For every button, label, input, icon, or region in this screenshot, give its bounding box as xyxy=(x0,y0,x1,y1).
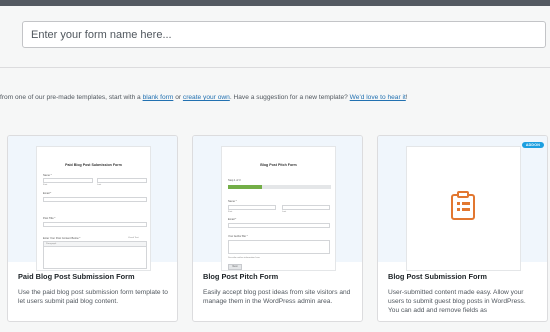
preview-step-label: Step 1 of 3 xyxy=(228,179,241,182)
preview-editor-tabs: Visual Text xyxy=(128,237,139,239)
document-form-icon xyxy=(451,191,475,220)
template-preview: Blog Post Pitch Form Step 1 of 3 Name * … xyxy=(193,136,362,271)
preview-label: Name * xyxy=(228,200,237,203)
preview-field xyxy=(228,205,276,210)
card-description: Easily accept blog post ideas from site … xyxy=(203,289,351,306)
template-preview: ADDON xyxy=(378,136,547,271)
preview-sublabel: Last xyxy=(97,184,102,186)
preview-sublabel: Last xyxy=(282,211,287,213)
divider xyxy=(0,67,550,68)
preview-field xyxy=(228,223,330,228)
preview-field xyxy=(43,178,93,183)
preview-progress-bar xyxy=(228,185,331,189)
card-title: Paid Blog Post Submission Form xyxy=(18,272,135,281)
preview-label: Enter Your Post Content Below * xyxy=(43,237,81,240)
blank-form-link[interactable]: blank form xyxy=(143,94,174,101)
preview-field xyxy=(97,178,147,183)
preview-form-title: Blog Post Pitch Form xyxy=(260,163,297,167)
preview-label: Your Author Bio * xyxy=(228,235,248,238)
preview-sublabel: First xyxy=(228,211,233,213)
template-card-paid-blog-post[interactable]: Paid Blog Post Submission Form Name * Fi… xyxy=(7,135,178,322)
preview-form-title: Paid Blog Post Submission Form xyxy=(65,163,122,167)
card-title: Blog Post Submission Form xyxy=(388,272,487,281)
preview-label: Email * xyxy=(228,218,237,221)
template-preview: Paid Blog Post Submission Form Name * Fi… xyxy=(8,136,177,271)
preview-label: Post Title * xyxy=(43,217,56,220)
form-preview-paper: Blog Post Pitch Form Step 1 of 3 Name * … xyxy=(221,146,336,271)
template-card-blog-post-submission[interactable]: ADDON Blog Post Submission Form User-sub… xyxy=(377,135,548,322)
preview-editor-area xyxy=(43,247,147,269)
form-preview-paper: Paid Blog Post Submission Form Name * Fi… xyxy=(36,146,151,271)
preview-progress-fill xyxy=(228,185,262,189)
preview-field xyxy=(43,222,147,227)
preview-sublabel: First xyxy=(43,184,48,186)
template-intro-text: from one of our pre-made templates, star… xyxy=(0,94,408,101)
top-bar xyxy=(0,0,550,6)
template-card-blog-post-pitch[interactable]: Blog Post Pitch Form Step 1 of 3 Name * … xyxy=(192,135,363,322)
preview-field xyxy=(282,205,330,210)
addon-badge: ADDON xyxy=(521,142,544,148)
card-description: Use the paid blog post submission form t… xyxy=(18,289,168,306)
form-name-input[interactable] xyxy=(22,21,546,48)
preview-next-button: Next xyxy=(228,264,242,270)
preview-textarea xyxy=(228,240,330,254)
preview-label: Name * xyxy=(43,174,52,177)
card-description: User-submitted content made easy. Allow … xyxy=(388,289,526,315)
suggest-template-link[interactable]: We'd love to hear it xyxy=(350,94,406,101)
preview-hint: Describe author information here xyxy=(228,257,260,259)
card-title: Blog Post Pitch Form xyxy=(203,272,279,281)
preview-field xyxy=(43,197,147,202)
preview-paragraph-select: Paragraph xyxy=(46,243,57,245)
create-your-own-link[interactable]: create your own xyxy=(183,94,230,101)
preview-label: Email * xyxy=(43,192,52,195)
